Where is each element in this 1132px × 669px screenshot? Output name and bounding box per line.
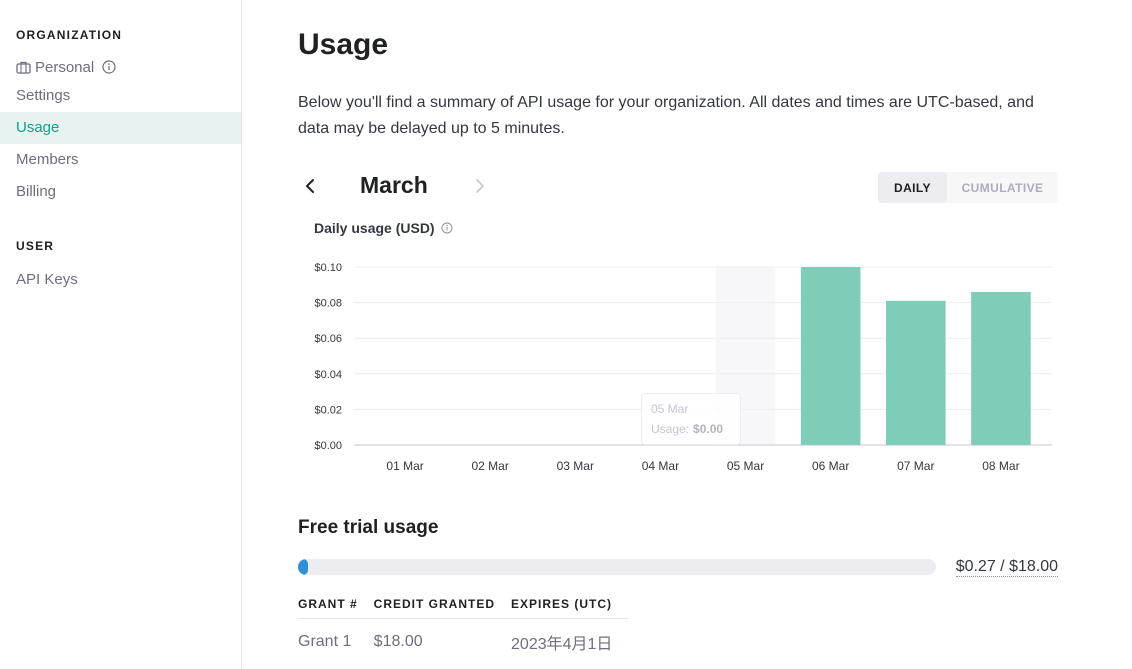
- free-trial-progress-bar: [298, 559, 936, 575]
- y-tick-label: $0.10: [314, 262, 342, 274]
- org-name: Personal: [35, 58, 95, 76]
- month-label: March: [360, 172, 428, 198]
- table-row: Grant 1 $18.00 2023年4月1日: [298, 618, 628, 656]
- chart-title-text: Daily usage (USD): [314, 220, 435, 236]
- y-tick-label: $0.02: [314, 404, 342, 416]
- bar: [886, 300, 946, 445]
- page-description: Below you'll find a summary of API usage…: [298, 94, 1034, 137]
- x-tick-label: 08 Mar: [982, 459, 1019, 473]
- chevron-right-icon: [476, 179, 484, 193]
- sidebar-item-members[interactable]: Members: [0, 144, 241, 176]
- sidebar-item-usage[interactable]: Usage: [0, 112, 241, 144]
- free-trial-progress-fill: [298, 559, 308, 575]
- x-tick-label: 04 Mar: [642, 459, 679, 473]
- grant-name-cell: Grant 1: [298, 633, 352, 651]
- daily-toggle-button[interactable]: DAILY: [878, 172, 947, 203]
- org-selector[interactable]: Personal: [16, 56, 120, 78]
- briefcase-icon: [16, 61, 31, 74]
- sidebar: ORGANIZATION Personal Settings Usage Mem…: [0, 0, 242, 669]
- bar: [971, 291, 1031, 445]
- chart-title: Daily usage (USD): [314, 220, 453, 236]
- x-tick-label: 06 Mar: [812, 459, 849, 473]
- cumulative-toggle-button[interactable]: CUMULATIVE: [947, 172, 1058, 203]
- y-tick-label: $0.06: [314, 333, 342, 345]
- x-tick-label: 05 Mar: [727, 459, 764, 473]
- tooltip-date: 05 Mar: [651, 402, 689, 416]
- sidebar-item-settings[interactable]: Settings: [0, 80, 241, 112]
- credit-granted-header: CREDIT GRANTED: [373, 590, 512, 619]
- y-tick-label: $0.08: [314, 298, 342, 310]
- info-icon[interactable]: [102, 60, 116, 74]
- y-tick-label: $0.00: [314, 440, 342, 452]
- chevron-left-icon[interactable]: [300, 176, 320, 196]
- grants-table: GRANT # CREDIT GRANTED EXPIRES (UTC) Gra…: [298, 590, 629, 656]
- table-header-row: GRANT # CREDIT GRANTED EXPIRES (UTC): [298, 590, 629, 619]
- x-tick-label: 02 Mar: [472, 459, 509, 473]
- free-trial-title: Free trial usage: [298, 517, 439, 538]
- organization-heading: ORGANIZATION: [16, 28, 123, 42]
- user-heading: USER: [16, 239, 55, 253]
- info-icon[interactable]: [441, 222, 453, 234]
- x-tick-label: 03 Mar: [557, 459, 594, 473]
- free-trial-amount[interactable]: $0.27 / $18.00: [955, 558, 1058, 577]
- bar: [800, 267, 861, 445]
- expires-cell: 2023年4月1日: [511, 636, 613, 654]
- sidebar-item-api-keys[interactable]: API Keys: [0, 264, 241, 296]
- grant-number-header: GRANT #: [298, 590, 374, 619]
- tooltip-value: $0.00: [693, 422, 724, 436]
- tooltip-label: Usage:: [651, 422, 690, 436]
- x-tick-label: 01 Mar: [386, 459, 423, 473]
- month-navigator: March DAILY CUMULATIVE: [298, 170, 1058, 204]
- page-title: Usage: [298, 28, 389, 61]
- view-toggle: DAILY CUMULATIVE: [878, 172, 1058, 203]
- credit-granted-cell: $18.00: [373, 633, 423, 651]
- daily-usage-chart: $0.00 $0.02 $0.04 $0.06 $0.08 $0.10 01 Mar 02 M…: [314, 262, 1052, 473]
- x-tick-label: 07 Mar: [897, 459, 934, 473]
- expires-header: EXPIRES (UTC): [511, 590, 629, 619]
- y-tick-label: $0.04: [314, 369, 342, 381]
- sidebar-item-billing[interactable]: Billing: [0, 176, 241, 208]
- chart-tooltip: 05 Mar Usage: $0.00: [641, 393, 741, 445]
